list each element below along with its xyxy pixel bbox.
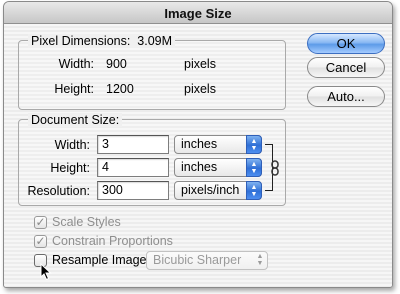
updown-arrows-icon: ▲ ▼ — [246, 158, 262, 177]
image-size-dialog: Image Size Pixel Dimensions: 3.09M Width… — [3, 1, 393, 288]
auto-button[interactable]: Auto... — [307, 86, 385, 107]
pixel-height-unit: pixels — [184, 82, 216, 96]
pixel-height-label: Height: — [54, 82, 94, 96]
scale-styles-checkbox[interactable]: ✓ — [34, 216, 47, 229]
title-bar[interactable]: Image Size — [4, 2, 392, 24]
resolution-unit-select[interactable]: pixels/inch ▲ ▼ — [174, 181, 262, 200]
ok-button[interactable]: OK — [307, 33, 385, 54]
doc-height-field[interactable]: 4 — [97, 158, 169, 177]
updown-arrows-icon: ▲ ▼ — [246, 181, 262, 200]
doc-width-unit-select[interactable]: inches ▲ ▼ — [174, 135, 262, 154]
scale-styles-label: Scale Styles — [52, 215, 121, 229]
pixel-dimensions-value: 3.09M — [137, 34, 173, 48]
resample-method-select[interactable]: Bicubic Sharper ▲ ▼ — [146, 251, 268, 270]
dialog-title: Image Size — [164, 6, 232, 21]
resample-image-label: Resample Image: — [52, 253, 150, 267]
constrain-proportions-checkbox[interactable]: ✓ — [34, 235, 47, 248]
resolution-field[interactable]: 300 — [97, 181, 169, 200]
updown-arrows-icon: ▲ ▼ — [256, 253, 264, 267]
resolution-label: Resolution: — [27, 184, 90, 198]
cancel-button[interactable]: Cancel — [307, 57, 385, 78]
pixel-height-value: 1200 — [106, 82, 134, 96]
chain-link-icon — [270, 160, 280, 176]
doc-width-field[interactable]: 3 — [97, 135, 169, 154]
doc-width-label: Width: — [54, 138, 90, 152]
constrain-proportions-label: Constrain Proportions — [52, 234, 173, 248]
pixel-dimensions-group — [18, 40, 286, 110]
updown-arrows-icon: ▲ ▼ — [246, 135, 262, 154]
doc-height-label: Height: — [50, 161, 90, 175]
pixel-dimensions-header: Pixel Dimensions: 3.09M — [28, 34, 176, 48]
pixel-width-unit: pixels — [184, 57, 216, 71]
mouse-cursor-icon — [40, 262, 52, 281]
document-size-header: Document Size: — [28, 113, 123, 127]
pixel-width-value: 900 — [106, 57, 127, 71]
pixel-width-label: Width: — [58, 57, 94, 71]
doc-height-unit-select[interactable]: inches ▲ ▼ — [174, 158, 262, 177]
